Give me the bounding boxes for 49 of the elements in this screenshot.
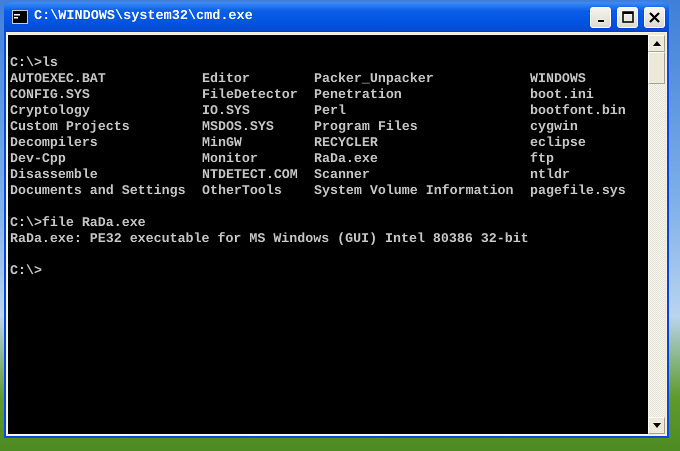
file-name: AUTOEXEC.BAT	[10, 71, 107, 87]
file-name: Cryptology	[10, 103, 91, 119]
file-name: Scanner	[314, 167, 371, 183]
file-name: ntldr	[530, 167, 571, 183]
maximize-button[interactable]	[617, 6, 638, 28]
window-title: C:\WINDOWS\system32\cmd.exe	[34, 8, 254, 26]
file-name: MinGW	[202, 135, 243, 151]
file-name: pagefile.sys	[530, 183, 627, 199]
console-line: C:\>	[10, 263, 43, 279]
file-name: Custom Projects	[10, 119, 131, 135]
file-name: Dev-Cpp	[10, 151, 67, 167]
file-name: cygwin	[530, 119, 579, 135]
up-arrow-icon	[652, 41, 660, 46]
file-name: RECYCLER	[314, 135, 379, 151]
console-icon	[12, 10, 28, 24]
file-name: bootfont.bin	[530, 103, 627, 119]
file-name: IO.SYS	[202, 103, 251, 119]
close-button[interactable]	[644, 6, 665, 28]
file-name: OtherTools	[202, 183, 283, 199]
file-name: Monitor	[202, 151, 259, 167]
down-arrow-icon	[652, 423, 660, 428]
file-name: Decompilers	[10, 135, 99, 151]
console-line: RaDa.exe: PE32 executable for MS Windows (GUI) Intel 80386 32-bit	[10, 231, 530, 247]
file-name: Packer_Unpacker	[314, 71, 435, 87]
scroll-up-button[interactable]	[648, 35, 665, 52]
file-name: NTDETECT.COM	[202, 167, 299, 183]
file-name: RaDa.exe	[314, 151, 379, 167]
maximize-icon	[622, 11, 634, 23]
console-line: C:\>file RaDa.exe	[10, 215, 147, 231]
file-name: CONFIG.SYS	[10, 87, 91, 103]
file-name: boot.ini	[530, 87, 595, 103]
file-name: System Volume Information	[314, 183, 514, 199]
file-name: WINDOWS	[530, 71, 587, 87]
close-icon	[649, 12, 660, 22]
minimize-button[interactable]	[590, 6, 611, 28]
console-line: C:\>ls	[10, 55, 59, 71]
scrollbar-thumb[interactable]	[648, 52, 665, 84]
scroll-down-button[interactable]	[648, 417, 665, 434]
file-name: eclipse	[530, 135, 587, 151]
minimize-icon	[598, 20, 604, 22]
file-name: MSDOS.SYS	[202, 119, 275, 135]
file-name: Disassemble	[10, 167, 99, 183]
file-name: Editor	[202, 71, 251, 87]
file-name: ftp	[530, 151, 555, 167]
file-name: FileDetector	[202, 87, 299, 103]
file-name: Program Files	[314, 119, 419, 135]
file-name: Documents and Settings	[10, 183, 187, 199]
file-name: Penetration	[314, 87, 403, 103]
file-name: Perl	[314, 103, 347, 119]
